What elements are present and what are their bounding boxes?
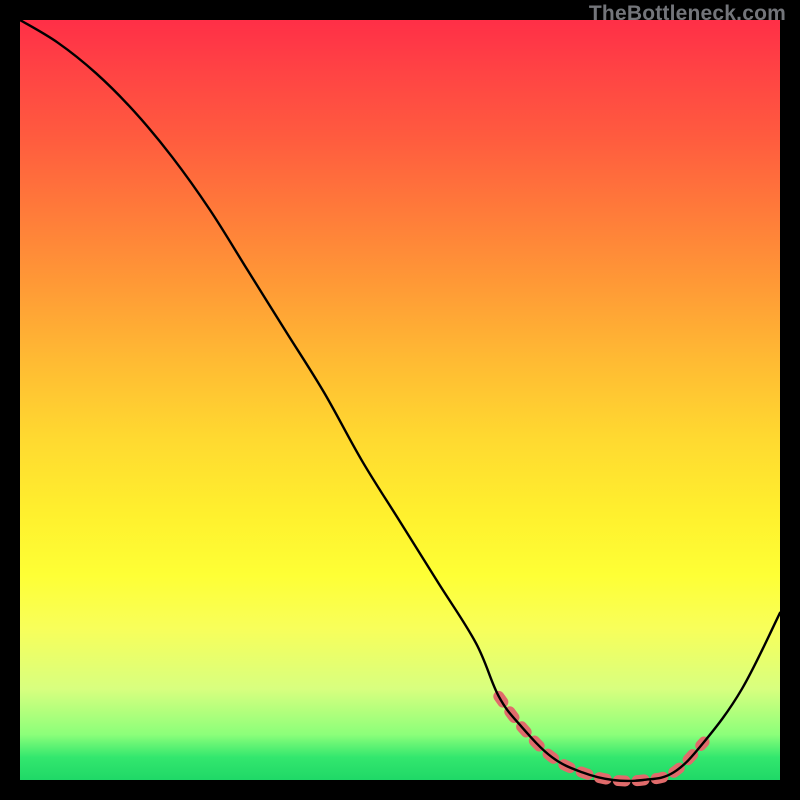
curve-layer xyxy=(20,20,780,780)
chart-container: TheBottleneck.com xyxy=(0,0,800,800)
bottleneck-curve xyxy=(20,20,780,781)
plot-area xyxy=(20,20,780,780)
watermark-text: TheBottleneck.com xyxy=(589,2,786,26)
optimal-range-dashed xyxy=(499,696,704,781)
